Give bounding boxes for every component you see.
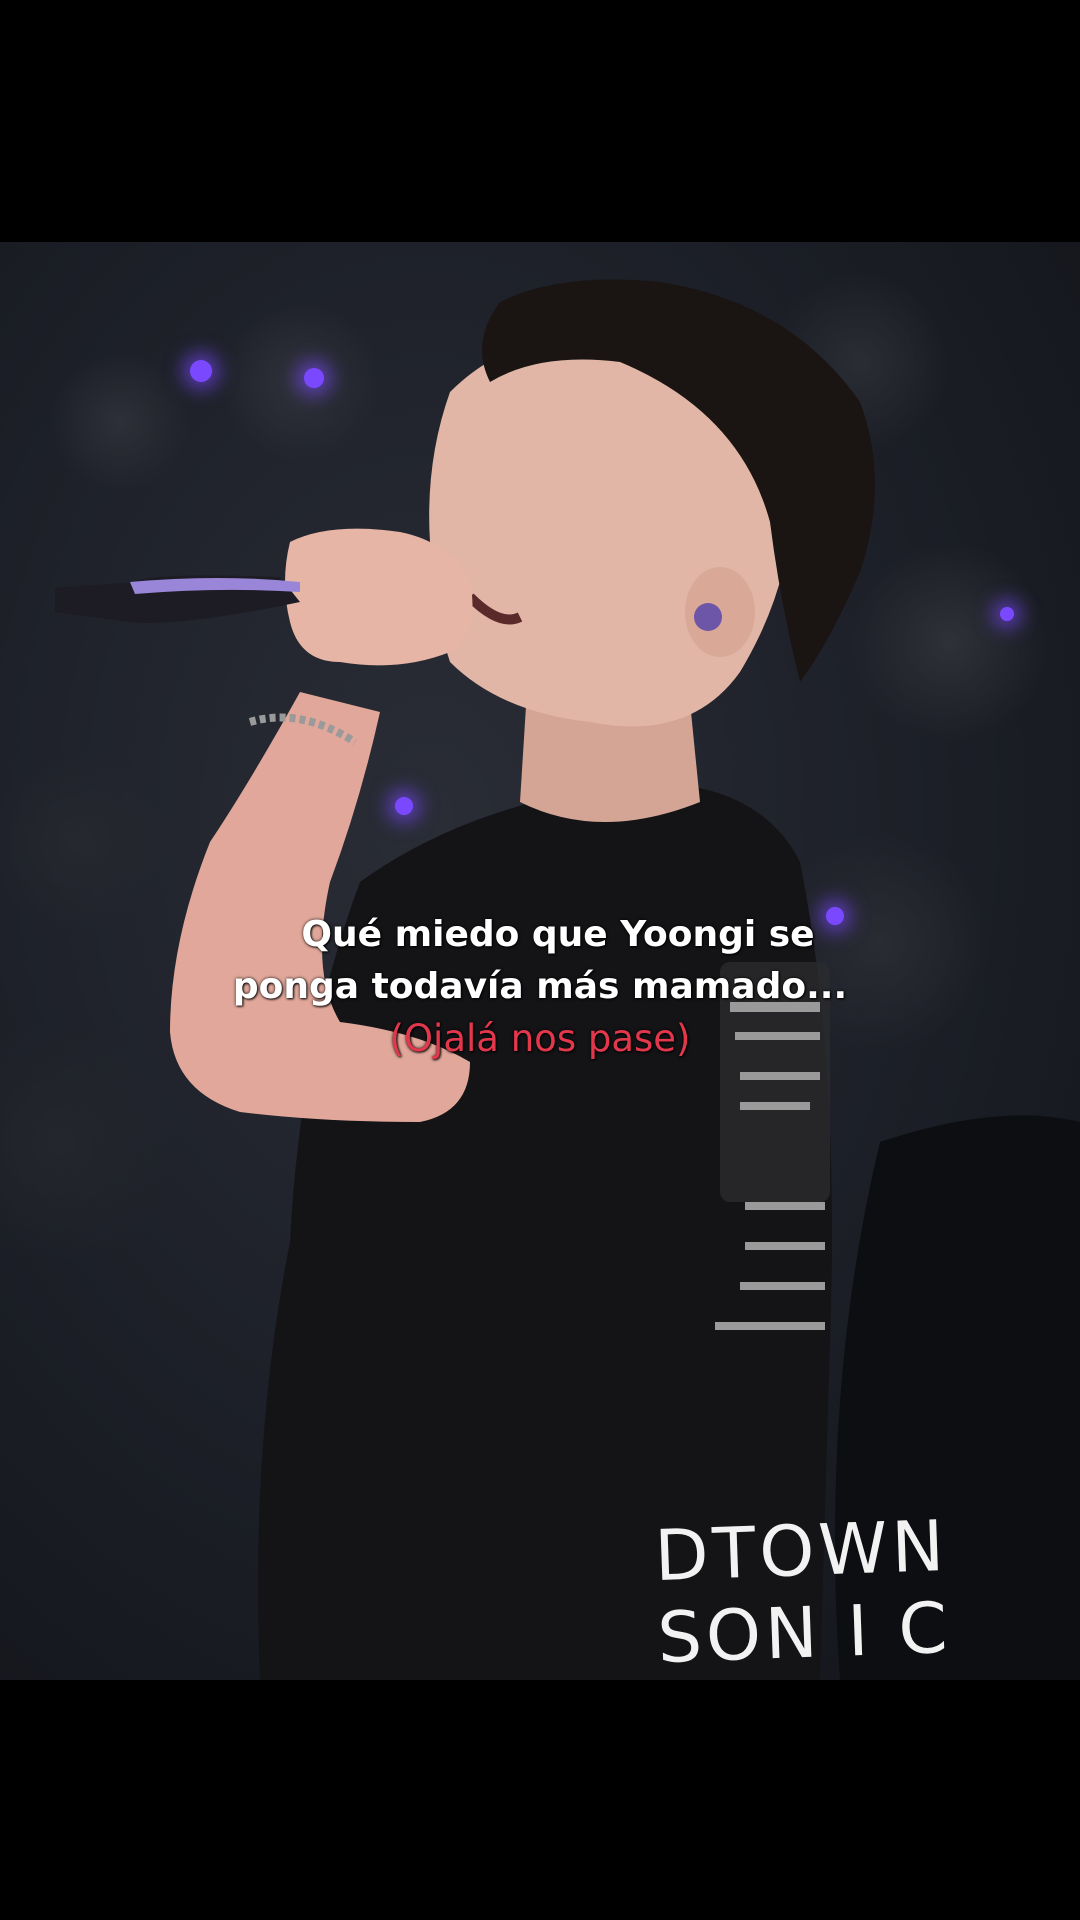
video-frame: DTOWN SON I C Qué miedo que Yoongi se po… [0, 0, 1080, 1920]
caption-subtitle: (Ojalá nos pase) [389, 1017, 691, 1060]
watermark: DTOWN SON I C [653, 1505, 952, 1679]
caption-line-2: ponga todavía más mamado... [232, 966, 848, 1007]
performer-figure [55, 279, 1080, 1680]
watermark-line2: SON I C [656, 1586, 953, 1680]
watermark-line1: DTOWN [653, 1504, 950, 1598]
caption-line-1: Qué miedo que Yoongi se [301, 914, 815, 955]
in-ear-monitor [694, 603, 722, 631]
video-content: DTOWN SON I C [0, 242, 1080, 1680]
